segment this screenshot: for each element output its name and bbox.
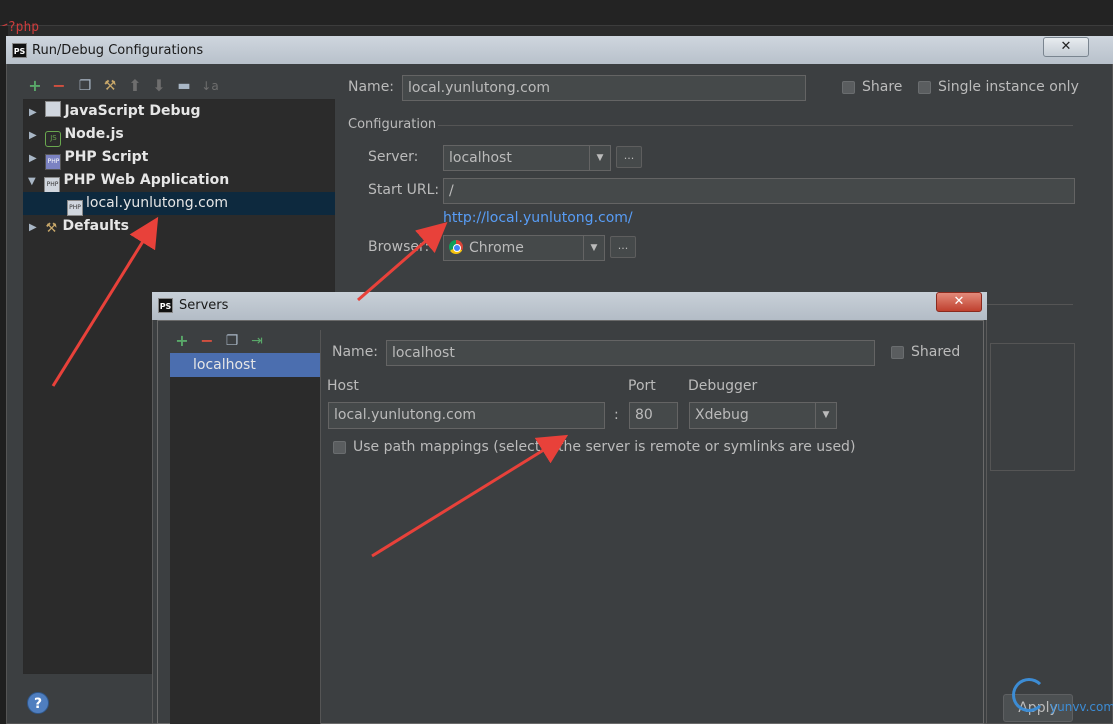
arrow-to-url-link: [357, 222, 448, 302]
arrow-to-tree-item: [51, 216, 159, 387]
watermark-text: yunvv.com: [1050, 700, 1113, 714]
watermark-logo-icon: [1012, 678, 1046, 712]
arrow-to-host-input: [371, 434, 569, 558]
annotation-arrows: [51, 216, 569, 558]
